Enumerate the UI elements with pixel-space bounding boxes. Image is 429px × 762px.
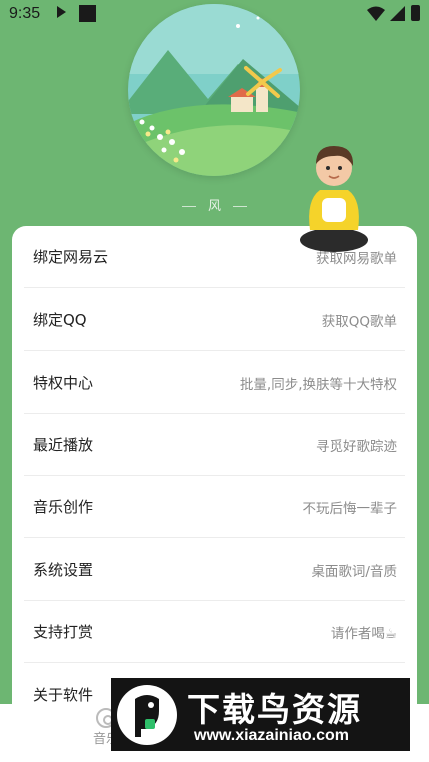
menu-item-support-donate[interactable]: 支持打赏 请作者喝☕ <box>24 601 405 663</box>
play-icon <box>57 6 66 18</box>
menu-item-label: 支持打赏 <box>33 623 94 641</box>
menu-card: 绑定网易云 获取网易歌单 绑定QQ 获取QQ歌单 特权中心 批量,同步,换肤等十… <box>12 226 417 706</box>
menu-item-hint: 获取QQ歌单 <box>321 313 397 330</box>
menu-item-label: 绑定网易云 <box>33 248 109 266</box>
square-icon <box>79 5 96 22</box>
menu-item-hint: 请作者喝☕ <box>330 625 397 642</box>
bird-logo-icon <box>117 685 177 745</box>
caption-divider-right <box>233 206 247 207</box>
menu-item-label: 系统设置 <box>33 561 94 579</box>
menu-item-label: 最近播放 <box>33 436 94 454</box>
menu-item-label: 音乐创作 <box>33 498 94 516</box>
landscape-illustration <box>128 4 300 176</box>
menu-item-hint: 寻觅好歌踪迹 <box>316 438 397 455</box>
menu-item-label: 特权中心 <box>33 374 94 392</box>
menu-item-label: 关于软件 <box>33 685 94 704</box>
menu-item-hint: 桌面歌词/音质 <box>311 563 397 580</box>
menu-item-label: 绑定QQ <box>33 311 87 329</box>
watermark-title: 下载鸟资源 <box>187 690 362 729</box>
album-cover[interactable] <box>128 4 300 176</box>
menu-item-privilege-center[interactable]: 特权中心 批量,同步,换肤等十大特权 <box>24 352 405 414</box>
menu-item-bind-qq[interactable]: 绑定QQ 获取QQ歌单 <box>24 289 405 351</box>
menu-item-system-settings[interactable]: 系统设置 桌面歌词/音质 <box>24 539 405 601</box>
cover-caption-text: 风 <box>207 199 221 214</box>
wifi-icon <box>367 6 385 21</box>
watermark-banner: 下载鸟资源 www.xiazainiao.com <box>111 678 410 751</box>
status-time: 9:35 <box>9 5 41 22</box>
battery-icon <box>411 5 420 21</box>
menu-item-recent-play[interactable]: 最近播放 寻觅好歌踪迹 <box>24 414 405 476</box>
caption-divider-left <box>181 206 196 207</box>
menu-item-hint: 不玩后悔一辈子 <box>302 500 398 517</box>
menu-item-hint: 批量,同步,换肤等十大特权 <box>239 376 397 393</box>
signal-icon <box>390 6 405 21</box>
watermark-url: www.xiazainiao.com <box>194 727 350 744</box>
menu-item-music-creation[interactable]: 音乐创作 不玩后悔一辈子 <box>24 476 405 538</box>
avatar-figure[interactable] <box>296 140 372 258</box>
